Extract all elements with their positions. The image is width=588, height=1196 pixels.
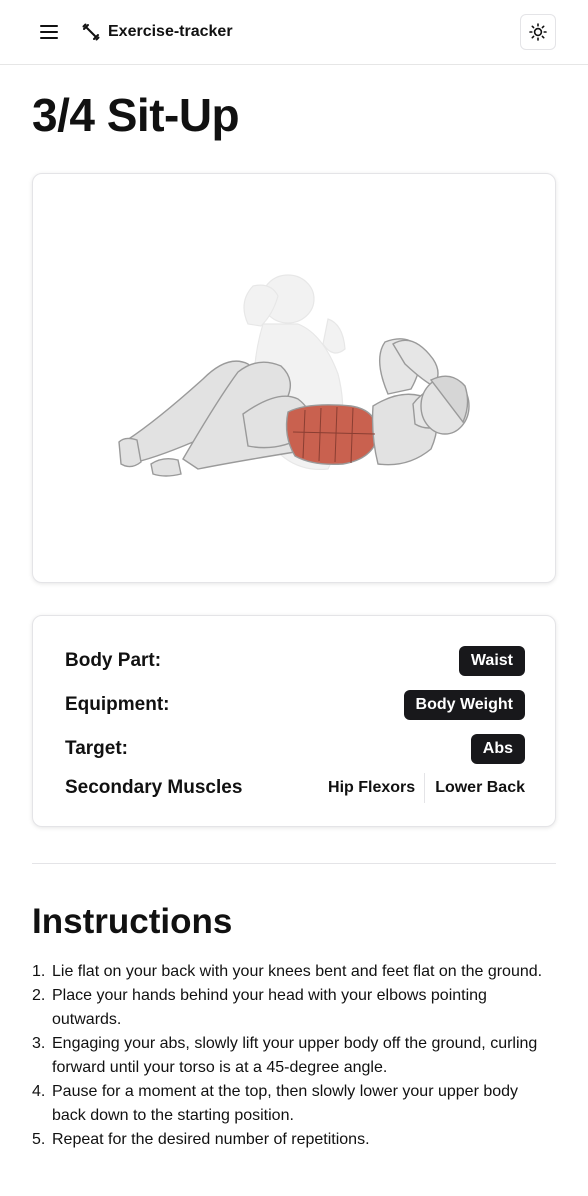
brand-link[interactable]: Exercise-tracker [82, 20, 233, 44]
step-text: Place your hands behind your head with y… [52, 987, 487, 1028]
step-text: Repeat for the desired number of repetit… [52, 1131, 370, 1148]
instructions-heading: Instructions [32, 902, 233, 941]
menu-button[interactable] [32, 14, 68, 50]
step-number: 4. [32, 1083, 46, 1100]
section-divider [32, 863, 556, 864]
brand-name: Exercise-tracker [108, 23, 233, 40]
sun-icon [529, 23, 547, 41]
instruction-step: 4. Pause for a moment at the top, then s… [32, 1080, 556, 1128]
equipment-row: Equipment: Body Weight [65, 689, 525, 721]
secondary-muscles-label: Secondary Muscles [65, 777, 243, 798]
menu-icon [40, 25, 58, 39]
instructions-list: 1. Lie flat on your back with your knees… [32, 960, 556, 1152]
instruction-step: 1. Lie flat on your back with your knees… [32, 960, 556, 984]
target-label: Target: [65, 738, 128, 759]
secondary-muscles-row: Secondary Muscles Hip Flexors Lower Back [65, 772, 525, 804]
body-part-label: Body Part: [65, 650, 162, 671]
step-number: 3. [32, 1035, 46, 1052]
top-navigation-bar: Exercise-tracker [0, 0, 588, 65]
step-text: Engaging your abs, slowly lift your uppe… [52, 1035, 538, 1076]
exercise-image-card [32, 173, 556, 583]
dumbbell-icon [82, 23, 100, 41]
step-text: Pause for a moment at the top, then slow… [52, 1083, 519, 1124]
secondary-muscles-list: Hip Flexors Lower Back [328, 773, 525, 803]
secondary-muscle-item: Hip Flexors [328, 779, 416, 796]
instruction-step: 3. Engaging your abs, slowly lift your u… [32, 1032, 556, 1080]
body-part-badge: Waist [458, 646, 525, 676]
instruction-step: 2. Place your hands behind your head wit… [32, 984, 556, 1032]
equipment-badge: Body Weight [403, 690, 525, 720]
step-number: 1. [32, 963, 46, 980]
step-number: 5. [32, 1131, 46, 1148]
secondary-muscle-item: Lower Back [435, 779, 525, 796]
target-row: Target: Abs [65, 733, 525, 765]
instruction-step: 5. Repeat for the desired number of repe… [32, 1128, 556, 1152]
target-badge: Abs [470, 734, 525, 764]
equipment-label: Equipment: [65, 694, 170, 715]
exercise-illustration [118, 274, 470, 477]
theme-toggle-button[interactable] [520, 14, 556, 50]
step-number: 2. [32, 987, 46, 1004]
step-text: Lie flat on your back with your knees be… [52, 963, 543, 980]
body-part-row: Body Part: Waist [65, 645, 525, 677]
exercise-details-card: Body Part: Waist Equipment: Body Weight … [32, 615, 556, 827]
page-title: 3/4 Sit-Up [32, 89, 240, 141]
